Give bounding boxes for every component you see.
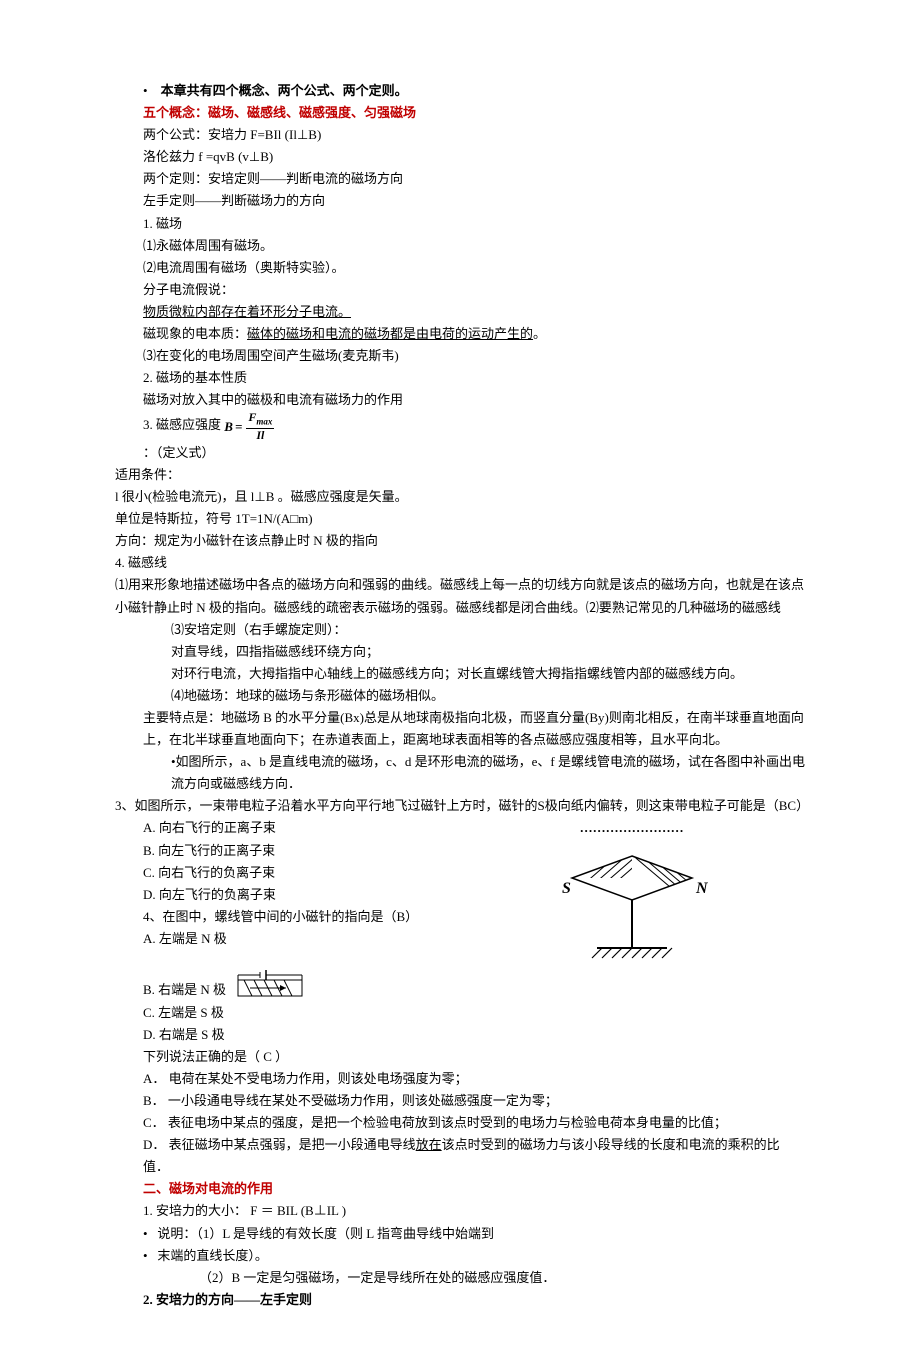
sec1-p6: ⑶在变化的电场周围空间产生磁场(麦克斯韦) [143,345,805,367]
section2-l2: • 说明：（1）L 是导线的有效长度（则 L 指弯曲导线中始端到 [143,1223,805,1245]
sec3-def: ：（定义式） [143,442,805,464]
formula-B: B = Fmax Il [224,411,274,441]
q5-option-b: B． 一小段通电导线在某处不受磁场力作用，则该处磁感强度一定为零； [143,1090,805,1112]
section2-l2-text: 说明：（1）L 是导线的有效长度（则 L 指弯曲导线中始端到 [157,1226,494,1241]
solenoid-diagram-icon [230,968,310,1002]
q3-figure-caption: …………………… [580,817,684,839]
q3-figure: …………………… S N [418,817,805,967]
q4-option-d: D. 右端是 S 极 [143,1024,805,1046]
sec4-p1: ⑴用来形象地描述磁场中各点的磁场方向和强弱的曲线。磁感线上每一点的切线方向就是该… [115,574,805,618]
sec4-p6: 主要特点是：地磁场 B 的水平分量(Bx)总是从地球南极指向北极，而竖直分量(B… [143,707,805,751]
cond-title: 适用条件： [115,464,805,486]
section2-l1: 1. 安培力的大小： F ＝ BIL (B⊥IL ) [143,1200,805,1222]
sec4-title: 4. 磁感线 [115,552,805,574]
sec1-p5a: 磁现象的电本质： [143,326,247,341]
cond-l1: l 很小(检验电流元)，且 l⊥B 。磁感应强度是矢量。 [115,486,805,508]
sec4-p4: 对环行电流，大拇指指中心轴线上的磁感线方向；对长直螺线管大拇指指螺线管内部的磁感… [171,663,805,685]
sec1-title: 1. 磁场 [143,213,805,235]
q3-option-a: A. 向右飞行的正离子束 [143,817,418,839]
formula-lhs: B [224,416,233,438]
section2-l4: （2）B 一定是匀强磁场，一定是导线所在处的磁感应强度值． [199,1267,805,1289]
q5-option-c: C． 表征电场中某点的强度，是把一个检验电荷放到该点时受到的电场力与检验电荷本身… [143,1112,805,1134]
cond-l2: 单位是特斯拉，符号 1T=1N/(A□m) [115,508,805,530]
q4-stem: 4、在图中，螺线管中间的小磁针的指向是（B） [143,906,418,928]
section2-l3: • 末端的直线长度）。 [143,1245,805,1267]
sec4-p5: ⑷地磁场：地球的磁场与条形磁体的磁场相似。 [171,685,805,707]
compass-s-label: S [562,880,571,897]
sec1-p5c: 。 [533,326,546,341]
line-formula2: 洛伦兹力 f =qvB (v⊥B) [143,146,805,168]
q5-option-d: D． 表征磁场中某点强弱，是把一小段通电导线放在该点时受到的磁场力与该小段导线的… [143,1134,805,1178]
formula-num: Fmax [246,411,274,428]
chapter-title: 本章共有四个概念、两个公式、两个定则。 [161,83,408,98]
sec1-p1: ⑴永磁体周围有磁场。 [143,235,805,257]
section2-title: 二、磁场对电流的作用 [143,1178,805,1200]
q4-option-b-row: B. 右端是 N 极 [143,968,805,1002]
sec1-p5b: 磁体的磁场和电流的磁场都是由电荷的运动产生的 [247,326,533,341]
q3-option-d: D. 向左飞行的负离子束 [143,884,418,906]
sec1-p2: ⑵电流周围有磁场（奥斯特实验）。 [143,257,805,279]
sec4-p7: •如图所示，a、b 是直线电流的磁场，c、d 是环形电流的磁场，e、f 是螺线管… [171,751,805,795]
five-concepts: 五个概念：磁场、磁感线、磁感强度、匀强磁场 [143,102,805,124]
line-rules1: 两个定则：安培定则——判断电流的磁场方向 [143,168,805,190]
q4-option-a: A. 左端是 N 极 [143,928,418,950]
sec1-p5: 磁现象的电本质：磁体的磁场和电流的磁场都是由电荷的运动产生的。 [143,323,805,345]
q3-stem: 3、如图所示，一束带电粒子沿着水平方向平行地飞过磁针上方时，磁针的S极向纸内偏转… [115,795,805,817]
line-rules2: 左手定则——判断磁场力的方向 [143,190,805,212]
sec3-title: 3. 磁感应强度 B = Fmax Il [143,411,805,441]
q5-d-u: 放在 [416,1137,442,1152]
q5-stem: 下列说法正确的是（ C ） [143,1046,805,1068]
section2-l3-text: 末端的直线长度）。 [157,1248,268,1263]
formula-frac: Fmax Il [246,411,274,441]
q5-option-a: A． 电荷在某处不受电场力作用，则该处电场强度为零； [143,1068,805,1090]
sec2-p1: 磁场对放入其中的磁极和电流有磁场力的作用 [143,389,805,411]
bullet: • [143,83,148,98]
q4-option-c: C. 左端是 S 极 [143,1002,805,1024]
sec1-p3: 分子电流假说： [143,279,805,301]
q5-d-a: D． 表征磁场中某点强弱，是把一小段通电导线 [143,1137,416,1152]
sec3-label: 3. 磁感应强度 [143,418,221,433]
formula-eq: = [235,416,242,438]
q3-options: A. 向右飞行的正离子束 B. 向左飞行的正离子束 C. 向右飞行的负离子束 D… [143,817,418,950]
sec2-title: 2. 磁场的基本性质 [143,367,805,389]
chapter-header-line: • 本章共有四个概念、两个公式、两个定则。 [143,80,805,102]
q3-option-c: C. 向右飞行的负离子束 [143,862,418,884]
compass-n-label: N [695,880,709,897]
formula-sub: max [256,417,272,427]
sec4-p3: 对直导线，四指指磁感线环绕方向； [171,641,805,663]
section2-h: 2. 安培力的方向——左手定则 [143,1289,805,1311]
line-formula1: 两个公式：安培力 F=BIl (Il⊥B) [143,124,805,146]
q4-option-b: B. 右端是 N 极 [143,979,226,1001]
cond-l3: 方向：规定为小磁针在该点静止时 N 极的指向 [115,530,805,552]
sec1-p4: 物质微粒内部存在着环形分子电流。 [143,301,805,323]
compass-diagram-icon: S N [542,848,722,968]
q3-option-b: B. 向左飞行的正离子束 [143,840,418,862]
formula-den: Il [254,429,266,442]
sec4-p2: ⑶安培定则（右手螺旋定则）： [171,619,805,641]
